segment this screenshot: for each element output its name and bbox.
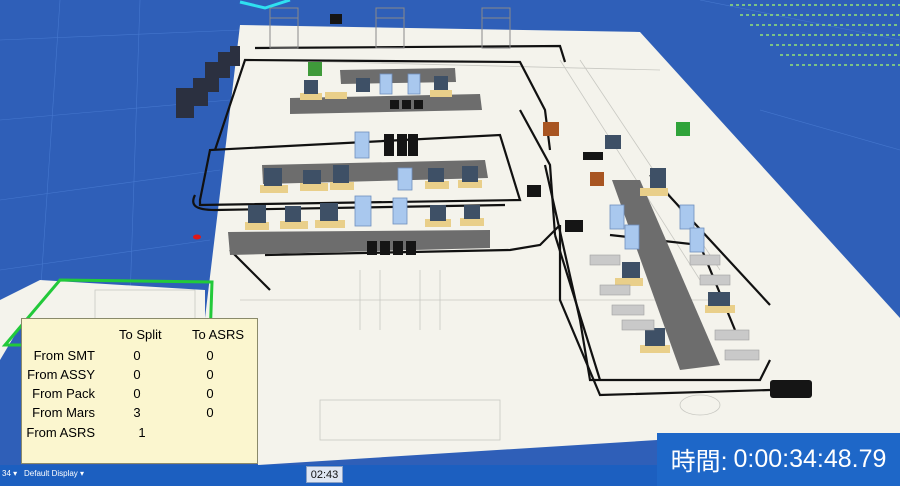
cell-to-split: 0	[133, 367, 141, 382]
cargo-orange	[543, 122, 559, 136]
status-fragment[interactable]: 34 ▾	[2, 469, 17, 478]
timer-value: 0:00:34:48.79	[733, 445, 887, 473]
col-header-to-split: To Split	[119, 327, 162, 342]
row-label: From ASRS	[26, 425, 95, 440]
timer-label: 時間:	[670, 447, 728, 476]
row-label: From SMT	[33, 348, 95, 363]
cell-to-asrs: 0	[206, 386, 214, 401]
cell-to-split: 1	[138, 425, 146, 440]
cell-to-split: 0	[133, 348, 141, 363]
row-label: From Mars	[32, 405, 95, 420]
simulation-timer: 時間: 0:00:34:48.79	[657, 433, 900, 486]
cargo-green-right	[676, 122, 690, 136]
cell-to-asrs: 0	[206, 405, 214, 420]
cell-to-split: 0	[133, 386, 141, 401]
cell-to-split: 3	[133, 405, 141, 420]
cargo-green	[308, 62, 322, 76]
cell-to-asrs: 0	[206, 367, 214, 382]
col-header-to-asrs: To ASRS	[192, 327, 245, 342]
display-menu[interactable]: Default Display ▾	[24, 469, 84, 478]
clock-display: 02:43	[306, 466, 343, 483]
row-label: From Pack	[32, 386, 95, 401]
marker-red	[193, 234, 201, 240]
stats-panel: To Split To ASRS From SMT 0 0 From ASSY …	[21, 318, 258, 464]
cell-to-asrs: 0	[206, 348, 214, 363]
cargo-orange-right	[590, 172, 604, 186]
row-label: From ASSY	[27, 367, 95, 382]
